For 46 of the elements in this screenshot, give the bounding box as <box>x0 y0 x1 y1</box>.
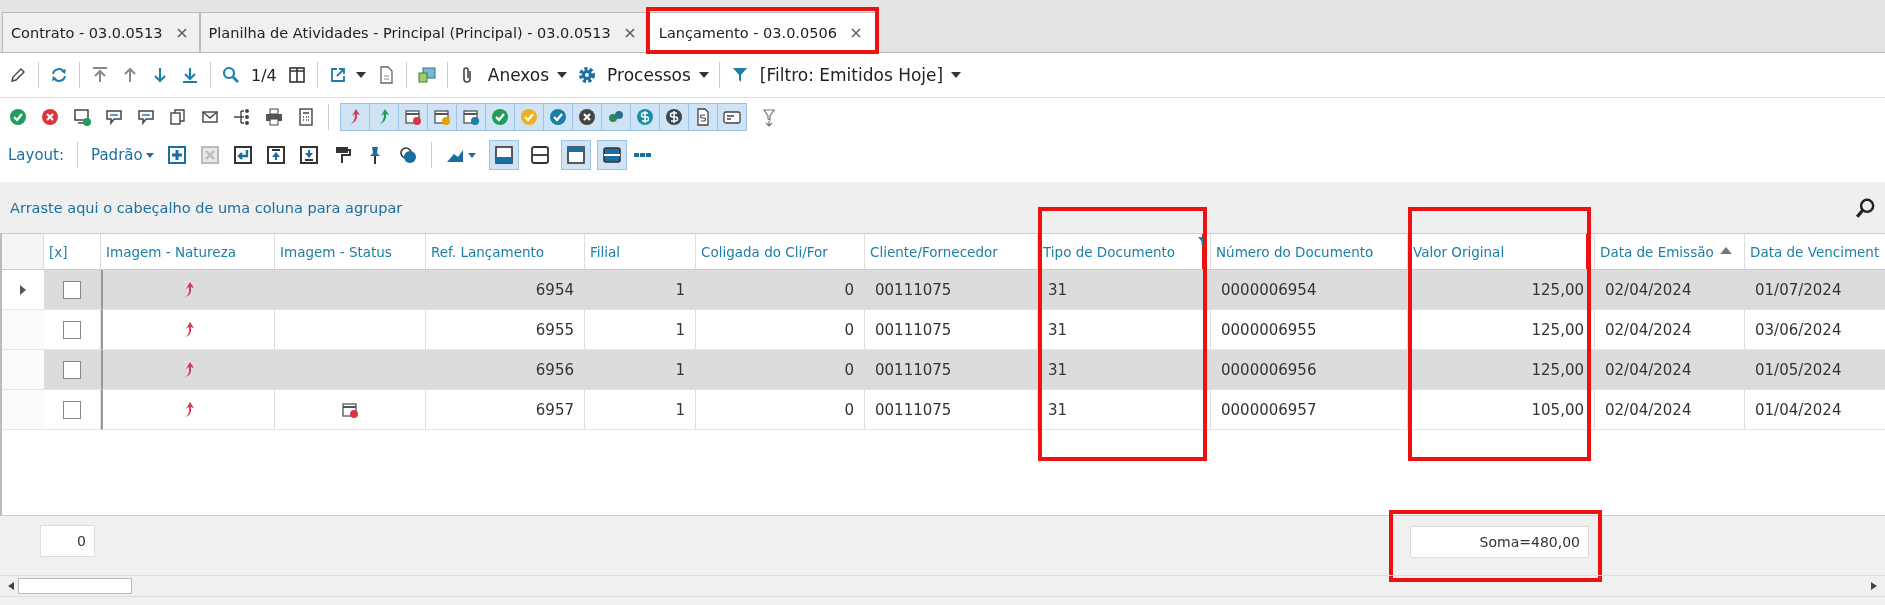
attachments-menu[interactable]: Anexos <box>487 65 550 85</box>
filter-menu[interactable]: [Filtro: Emitidos Hoje] <box>759 65 944 85</box>
column-title: [x] <box>49 243 68 260</box>
table-cell: 01/05/2024 <box>1745 350 1885 390</box>
table-cell: 1 <box>585 390 696 430</box>
table-cell: 02/04/2024 <box>1595 270 1745 310</box>
group-hint: Arraste aqui o cabeçalho de uma coluna para agrupar <box>10 199 403 216</box>
layout-label: Layout: <box>8 146 65 164</box>
tab[interactable]: Contrato - 03.0.0513 <box>2 12 200 52</box>
table-cell: 6957 <box>426 390 585 430</box>
table-cell: 6956 <box>426 350 585 390</box>
column-title: Cliente/Fornecedor <box>870 243 998 260</box>
column-title: Tipo de Documento <box>1043 243 1176 260</box>
column-title: Número do Documento <box>1216 243 1374 260</box>
table-cell: 00111075 <box>865 390 1038 430</box>
column-title: Data de Venciment <box>1750 243 1880 260</box>
table-cell: 1 <box>585 270 696 310</box>
table-cell: 02/04/2024 <box>1595 350 1745 390</box>
table-cell: 1 <box>585 350 696 390</box>
layout-dropdown[interactable]: Padrão <box>91 146 143 164</box>
column-title: Valor Original <box>1413 243 1505 260</box>
table-cell: 105,00 <box>1408 390 1595 430</box>
table-cell: 0 <box>696 390 865 430</box>
table-cell: 0000006957 <box>1211 390 1408 430</box>
table-cell: 02/04/2024 <box>1595 390 1745 430</box>
table-cell: 31 <box>1038 390 1211 430</box>
tab[interactable]: Planilha de Atividades - Principal (Principal) - 03.0.0513 <box>199 12 648 52</box>
table-cell: 0 <box>696 270 865 310</box>
record-count: 0 <box>40 525 95 557</box>
processes-menu[interactable]: Processos <box>607 65 691 85</box>
table-cell: 01/04/2024 <box>1745 390 1885 430</box>
column-title: Coligada do Cli/For <box>701 243 828 260</box>
column-title: Filial <box>590 243 621 260</box>
table-cell: 00111075 <box>865 270 1038 310</box>
table-cell: 01/07/2024 <box>1745 270 1885 310</box>
column-title: Imagem - Natureza <box>106 243 237 260</box>
sum-total: Soma=480,00 <box>1410 526 1589 558</box>
column-title: Imagem - Status <box>280 243 392 260</box>
table-cell: 0000006954 <box>1211 270 1408 310</box>
table-cell: 0000006956 <box>1211 350 1408 390</box>
table-cell: 6954 <box>426 270 585 310</box>
table-cell: 0 <box>696 350 865 390</box>
table-cell: 00111075 <box>865 350 1038 390</box>
page-counter: 1/4 <box>251 65 277 85</box>
column-title: Data de Emissão <box>1600 243 1714 260</box>
column-title: Ref. Lançamento <box>431 243 545 260</box>
